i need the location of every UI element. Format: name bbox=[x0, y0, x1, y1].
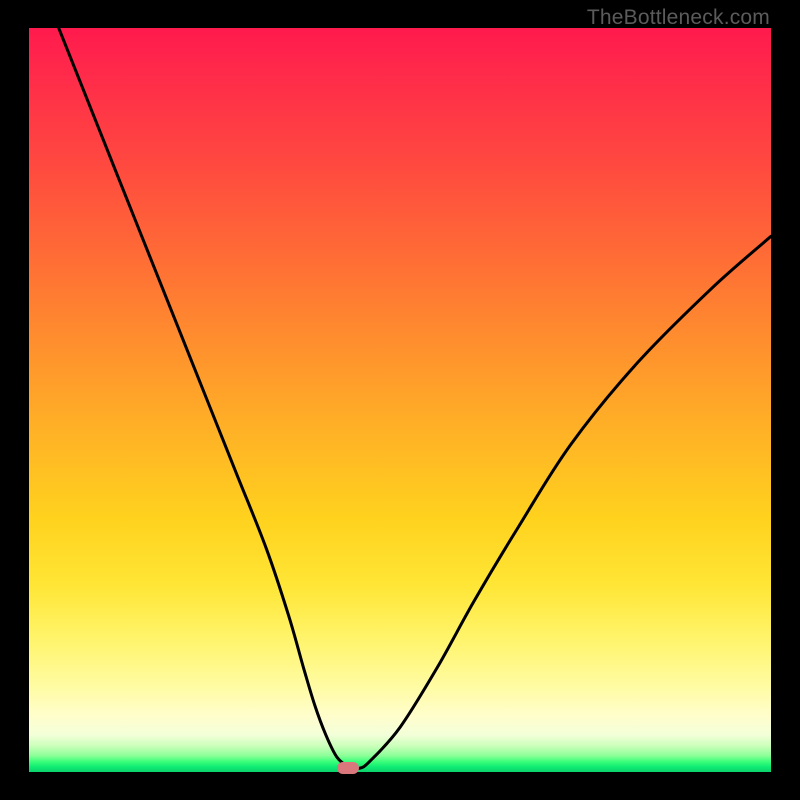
chart-frame: TheBottleneck.com bbox=[0, 0, 800, 800]
plot-area bbox=[29, 28, 771, 772]
minimum-marker bbox=[337, 762, 359, 774]
bottleneck-curve bbox=[29, 28, 771, 772]
watermark-text: TheBottleneck.com bbox=[587, 6, 770, 30]
